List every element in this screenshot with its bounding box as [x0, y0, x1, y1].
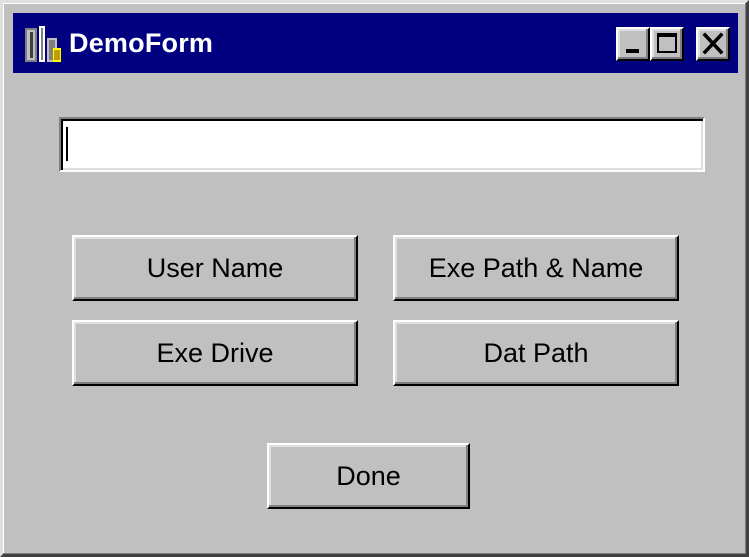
- user-name-button[interactable]: User Name: [72, 235, 358, 301]
- maximize-icon: [657, 33, 677, 53]
- exe-path-name-button[interactable]: Exe Path & Name: [393, 235, 679, 301]
- maximize-button[interactable]: [650, 27, 684, 61]
- dat-path-button[interactable]: Dat Path: [393, 320, 679, 386]
- close-button[interactable]: [696, 27, 730, 61]
- done-button[interactable]: Done: [267, 443, 470, 509]
- text-caret: [66, 127, 68, 161]
- app-icon[interactable]: [23, 24, 63, 64]
- exe-drive-button[interactable]: Exe Drive: [72, 320, 358, 386]
- demo-form-window: DemoForm User Name Exe Path & Name Exe D…: [0, 0, 749, 557]
- minimize-button[interactable]: [616, 27, 650, 61]
- close-icon: [702, 32, 724, 55]
- text-input[interactable]: [59, 117, 705, 172]
- minimize-icon: [626, 49, 639, 53]
- title-bar[interactable]: DemoForm: [13, 13, 738, 73]
- window-title: DemoForm: [69, 28, 214, 58]
